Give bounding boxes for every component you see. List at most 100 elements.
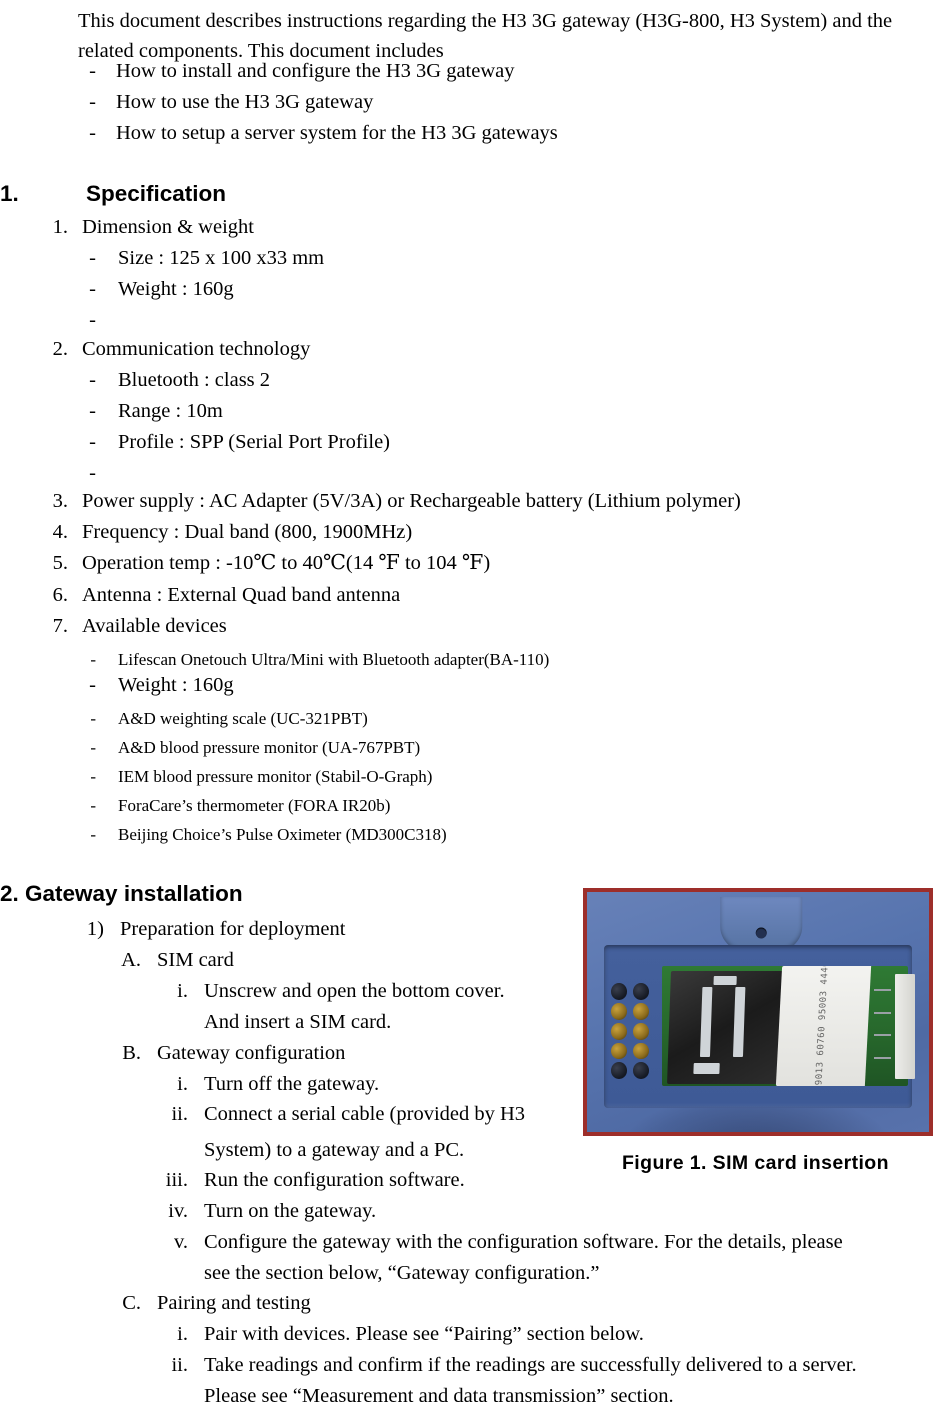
item-marker: 2. — [52, 338, 68, 360]
item-text: Available devices — [82, 615, 227, 637]
sim-card: 89013 60760 95003 4446 — [775, 966, 871, 1087]
sim-card-digits: 89013 60760 95003 4446 — [814, 966, 831, 1087]
list-item: - A&D weighting scale (UC-321PBT) — [82, 704, 922, 734]
item-text: Unscrew and open the bottom cover. — [204, 980, 505, 1002]
bullet-text: How to install and configure the H3 3G g… — [116, 60, 515, 82]
list-item: v. Configure the gateway with the config… — [142, 1227, 932, 1257]
bullet-marker: - — [89, 369, 96, 391]
section-2-heading: 2. Gateway installation — [0, 881, 243, 906]
list-item: i. Turn off the gateway. — [152, 1069, 582, 1099]
bullet-marker: - — [89, 309, 96, 331]
list-item: 4. Frequency : Dual band (800, 1900MHz) — [42, 517, 932, 547]
list-item: - IEM blood pressure monitor (Stabil-O-G… — [82, 762, 922, 792]
item-text: Gateway configuration — [157, 1042, 346, 1064]
item-marker: 6. — [52, 584, 68, 606]
section-1-title: Specification — [86, 181, 227, 206]
bullet-marker: - — [89, 431, 96, 453]
device-bottom-cover: 89013 60760 95003 4446 — [587, 892, 929, 1132]
item-marker: ii. — [171, 1103, 188, 1125]
item-marker: 5. — [52, 552, 68, 574]
contact-pads — [610, 983, 649, 1080]
item-marker: iv. — [168, 1200, 188, 1222]
bullet-marker: - — [90, 825, 96, 844]
item-marker: B. — [122, 1042, 141, 1064]
item-text: Please see “Measurement and data transmi… — [204, 1385, 674, 1407]
list-item: - How to use the H3 3G gateway — [82, 87, 922, 117]
bullet-text: A&D weighting scale (UC-321PBT) — [118, 709, 368, 728]
list-item: - Size : 125 x 100 x33 mm — [82, 243, 922, 273]
list-item: ii. Take readings and confirm if the rea… — [142, 1350, 932, 1380]
list-item: C. Pairing and testing — [115, 1288, 615, 1318]
item-text: Dimension & weight — [82, 216, 254, 238]
item-text: Turn off the gateway. — [204, 1073, 380, 1095]
item-text: Power supply : AC Adapter (5V/3A) or Rec… — [82, 490, 741, 512]
bullet-marker: - — [89, 462, 96, 484]
list-item: i. Unscrew and open the bottom cover. — [152, 976, 582, 1006]
document-page: This document describes instructions reg… — [0, 0, 938, 1407]
list-item: - How to setup a server system for the H… — [82, 118, 922, 148]
item-text: Configure the gateway with the configura… — [204, 1231, 843, 1253]
item-text: Antenna : External Quad band antenna — [82, 584, 401, 606]
bullet-marker: - — [90, 767, 96, 786]
bullet-marker: - — [89, 247, 96, 269]
list-item: - Weight : 160g — [82, 670, 922, 700]
item-marker: 1. — [52, 216, 68, 238]
item-marker: 7. — [52, 615, 68, 637]
bullet-text: IEM blood pressure monitor (Stabil-O-Gra… — [118, 767, 433, 786]
list-item: 3. Power supply : AC Adapter (5V/3A) or … — [42, 486, 932, 516]
bullet-text: Weight : 160g — [118, 278, 234, 300]
list-item: iii. Run the configuration software. — [142, 1165, 932, 1195]
item-marker: C. — [122, 1292, 141, 1314]
list-item: Please see “Measurement and data transmi… — [142, 1381, 932, 1411]
bullet-marker: - — [89, 400, 96, 422]
item-marker: 1) — [86, 918, 104, 940]
bullet-text: Profile : SPP (Serial Port Profile) — [118, 431, 390, 453]
list-item: - ForaCare’s thermometer (FORA IR20b) — [82, 791, 922, 821]
item-text: Take readings and confirm if the reading… — [204, 1354, 857, 1376]
bullet-text: Beijing Choice’s Pulse Oximeter (MD300C3… — [118, 825, 447, 844]
bullet-text: Weight : 160g — [118, 674, 234, 696]
item-text: System) to a gateway and a PC. — [204, 1139, 465, 1161]
item-text: Preparation for deployment — [120, 918, 346, 940]
list-item: A. SIM card — [115, 945, 575, 975]
item-text: Turn on the gateway. — [204, 1200, 377, 1222]
list-item: And insert a SIM card. — [152, 1007, 582, 1037]
list-item: B. Gateway configuration — [115, 1038, 575, 1068]
list-item: i. Pair with devices. Please see “Pairin… — [142, 1319, 932, 1349]
list-item: 1) Preparation for deployment — [78, 914, 578, 944]
screw-hole — [755, 927, 767, 939]
board-connector — [894, 973, 916, 1080]
bullet-marker: - — [89, 122, 96, 144]
bullet-text: How to use the H3 3G gateway — [116, 91, 374, 113]
item-marker: A. — [121, 949, 141, 971]
figure-sim-card-insertion: 89013 60760 95003 4446 — [583, 888, 933, 1136]
bullet-text: A&D blood pressure monitor (UA-767PBT) — [118, 738, 421, 757]
item-text: Connect a serial cable (provided by H3 — [204, 1103, 526, 1125]
bullet-marker: - — [89, 278, 96, 300]
item-marker: i. — [177, 1323, 188, 1345]
item-text: Pair with devices. Please see “Pairing” … — [204, 1323, 644, 1345]
list-item: - A&D blood pressure monitor (UA-767PBT) — [82, 733, 922, 763]
list-item: 5. Operation temp : -10℃ to 40℃(14 ℉ to … — [42, 548, 932, 578]
item-text: Operation temp : -10℃ to 40℃(14 ℉ to 104… — [82, 552, 491, 574]
bullet-text: Size : 125 x 100 x33 mm — [118, 247, 325, 269]
item-marker: i. — [177, 980, 188, 1002]
bullet-marker: - — [90, 738, 96, 757]
list-item: ii. Connect a serial cable (provided by … — [152, 1099, 582, 1129]
bullet-marker: - — [89, 674, 96, 696]
item-text: And insert a SIM card. — [204, 1011, 392, 1033]
item-text: SIM card — [157, 949, 234, 971]
item-marker: v. — [173, 1231, 188, 1253]
list-item: - Profile : SPP (Serial Port Profile) — [82, 427, 922, 457]
bullet-marker: - — [90, 796, 96, 815]
bullet-text: How to setup a server system for the H3 … — [116, 122, 558, 144]
item-marker: 3. — [52, 490, 68, 512]
item-marker: iii. — [165, 1169, 188, 1191]
list-item: - Beijing Choice’s Pulse Oximeter (MD300… — [82, 820, 922, 850]
item-text: Frequency : Dual band (800, 1900MHz) — [82, 521, 413, 543]
list-item: 1. Dimension & weight — [42, 212, 922, 242]
bullet-marker: - — [90, 709, 96, 728]
list-item: - Bluetooth : class 2 — [82, 365, 922, 395]
list-item: 2. Communication technology — [42, 334, 922, 364]
list-item: 6. Antenna : External Quad band antenna — [42, 580, 932, 610]
